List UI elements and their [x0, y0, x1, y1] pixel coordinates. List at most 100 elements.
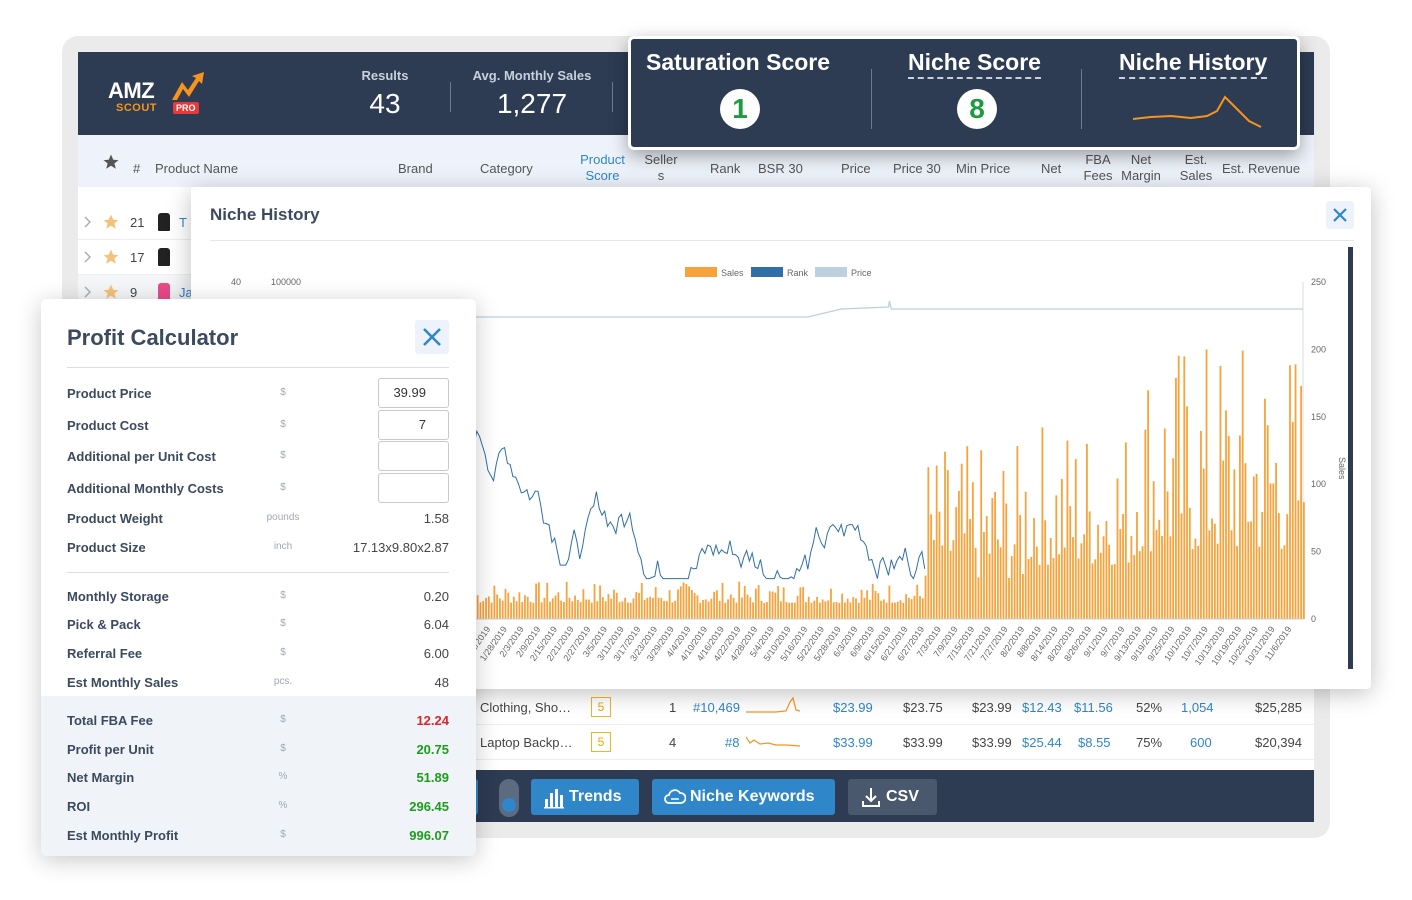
sales-bar [707, 601, 710, 619]
sales-bar [793, 602, 796, 619]
sales-bar [1194, 538, 1197, 619]
col-min-price[interactable]: Min Price [956, 161, 1010, 177]
sales-bar [627, 602, 629, 619]
niche-score-title[interactable]: Niche Score [908, 49, 1041, 79]
rank-link[interactable]: #8 [725, 735, 739, 750]
star-column-icon[interactable] [102, 153, 120, 176]
sales-bar [632, 598, 635, 619]
csv-button[interactable]: CSV [848, 779, 937, 815]
chevron-right-icon[interactable] [84, 250, 92, 267]
star-icon[interactable] [102, 213, 120, 234]
calc-label: Product Size [67, 540, 146, 555]
sales-bar [621, 601, 624, 619]
sales-bar [946, 470, 949, 619]
sales-bar [1180, 513, 1183, 619]
calc-input[interactable]: 39.99 [378, 378, 449, 408]
saturation-score-title[interactable]: Saturation Score [646, 49, 830, 76]
price-line [474, 300, 1303, 318]
sales-bar [933, 540, 935, 619]
sales-bar [999, 547, 1002, 619]
sales-bar [830, 588, 832, 619]
sales-bar [504, 588, 507, 619]
col-bsr30[interactable]: BSR 30 [758, 161, 803, 177]
sales-bar [996, 539, 999, 619]
sales-bar [1058, 554, 1060, 619]
col-brand[interactable]: Brand [398, 161, 433, 177]
sales-bar [910, 599, 913, 619]
sales-bar [1225, 410, 1227, 619]
chevron-right-icon[interactable] [84, 215, 92, 232]
sales-bar [593, 584, 596, 619]
col-sellers[interactable]: Sellers [644, 152, 678, 184]
calc-value: 17.13x9.80x2.87 [352, 540, 449, 555]
col-rank[interactable]: Rank [710, 161, 740, 177]
col-fba-fees[interactable]: FBA Fees [1082, 152, 1114, 184]
legend-label: Price [851, 268, 872, 278]
sales-bar [832, 602, 835, 619]
sales-bar [610, 598, 613, 619]
sales-bar [640, 582, 643, 619]
star-icon[interactable] [102, 248, 120, 269]
sales-bar [846, 598, 849, 619]
sales-bar [949, 550, 952, 619]
sales-bar [824, 601, 827, 619]
col-price30[interactable]: Price 30 [893, 161, 941, 177]
sales-bar [1108, 544, 1111, 619]
product-thumbnail[interactable] [158, 248, 170, 266]
sales-bar [604, 601, 607, 619]
sales-bar [796, 595, 799, 619]
trends-button[interactable]: Trends [531, 779, 639, 815]
sales-bar [1116, 478, 1119, 619]
sales-bar [1202, 468, 1205, 619]
calc-input[interactable]: 7 [378, 410, 449, 440]
col-product-score[interactable]: Product Score [575, 152, 630, 184]
calc-unit: % [278, 800, 288, 811]
col-product-name[interactable]: Product Name [155, 161, 238, 177]
sales-bar [1289, 365, 1291, 619]
sales-bar [1275, 462, 1277, 619]
sales-bar [540, 602, 543, 619]
sales-bar [1102, 536, 1105, 619]
calc-input[interactable] [378, 473, 449, 503]
product-thumbnail[interactable] [158, 213, 170, 231]
col-est-revenue[interactable]: Est. Revenue [1222, 161, 1300, 177]
sales-bar [902, 602, 905, 619]
sales-bar [1141, 546, 1144, 619]
col-net[interactable]: Net [1041, 161, 1061, 177]
close-button[interactable] [1326, 201, 1354, 229]
sales-bar [852, 597, 855, 619]
sales-bar [1252, 476, 1255, 619]
sales-bar [690, 590, 693, 619]
close-button[interactable] [415, 320, 449, 354]
sales-bar [685, 584, 688, 619]
avg-monthly-sales-value: 1,277 [496, 88, 568, 119]
sales-bar [1177, 355, 1180, 619]
calc-input[interactable] [378, 441, 449, 471]
sales-bar [579, 602, 582, 619]
sales-bar [977, 577, 980, 619]
sales-bar [479, 602, 482, 619]
col-est-sales[interactable]: Est. Sales [1178, 152, 1214, 184]
niche-keywords-button[interactable]: Niche Keywords [652, 779, 835, 815]
col-category[interactable]: Category [480, 161, 533, 177]
sales-bar [1250, 521, 1252, 619]
niche-history-sparkline[interactable] [1131, 91, 1265, 131]
calc-value: 996.07 [409, 828, 449, 843]
sales-bar [485, 597, 487, 619]
sales-bar [576, 599, 579, 619]
sales-bar [507, 592, 510, 619]
chart-scrollbar[interactable] [1348, 247, 1353, 669]
sales-bar [1052, 558, 1055, 619]
col-net-margin[interactable]: Net Margin [1120, 152, 1162, 184]
niche-history-title[interactable]: Niche History [1119, 49, 1268, 79]
col-num[interactable]: # [133, 161, 140, 177]
sales-bar [1124, 442, 1127, 619]
sales-bar [752, 602, 754, 619]
sales-bar [716, 590, 718, 619]
sales-bar [991, 498, 994, 619]
rank-link[interactable]: #10,469 [693, 700, 740, 715]
sales-bar [537, 582, 540, 619]
toggle-switch[interactable] [499, 779, 519, 817]
sales-bar [1155, 529, 1158, 619]
col-price[interactable]: Price [841, 161, 871, 177]
